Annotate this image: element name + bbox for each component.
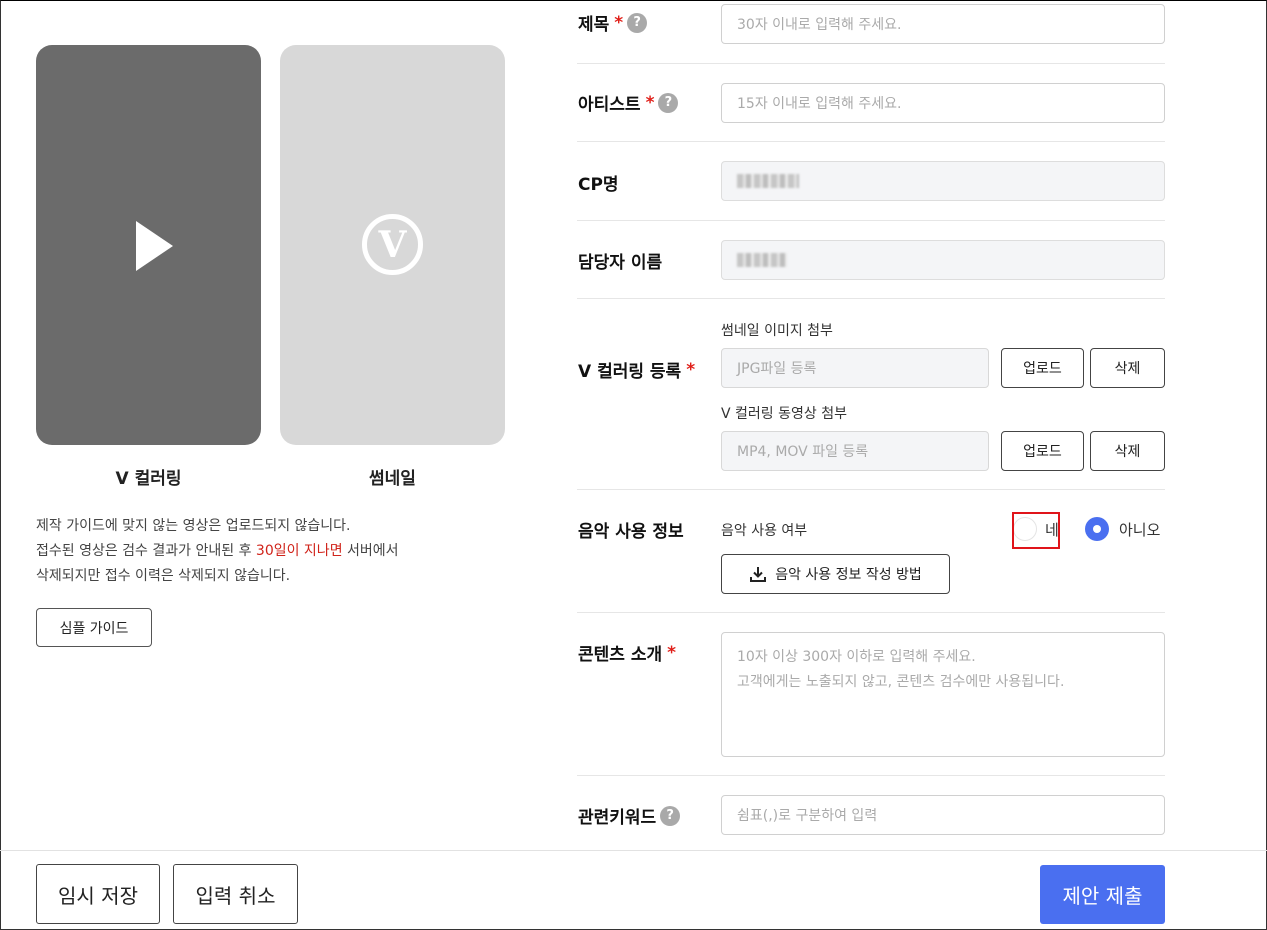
redacted-value (737, 253, 787, 267)
music-howto-button[interactable]: 음악 사용 정보 작성 방법 (721, 554, 950, 594)
notice-line-2: 접수된 영상은 검수 결과가 안내된 후 30일이 지나면 서버에서 (36, 539, 399, 564)
manager-name-label: 담당자 이름 (578, 253, 663, 273)
video-delete-button[interactable]: 삭제 (1090, 431, 1165, 471)
thumbnail-attach-label: 썸네일 이미지 첨부 (721, 323, 833, 339)
keywords-label: 관련키워드 ? (578, 803, 681, 828)
v-logo-letter: V (378, 224, 408, 266)
redacted-value (737, 174, 799, 188)
divider (577, 298, 1165, 299)
thumbnail-upload-button[interactable]: 업로드 (1001, 348, 1084, 388)
download-icon (750, 567, 767, 582)
thumbnail-preview-card: V (280, 45, 505, 445)
notice-line-3: 삭제되지만 접수 이력은 삭제되지 않습니다. (36, 568, 291, 584)
required-mark: * (667, 642, 677, 663)
video-attach-label: V 컬러링 동영상 첨부 (721, 406, 847, 422)
intro-placeholder-line-2: 고객에게는 노출되지 않고, 콘텐츠 검수에만 사용됩니다. (737, 674, 1065, 690)
divider (577, 775, 1165, 776)
cp-name-label: CP명 (578, 175, 619, 195)
thumbnail-delete-button[interactable]: 삭제 (1090, 348, 1165, 388)
music-info-label: 음악 사용 정보 (578, 522, 684, 542)
music-usage-question: 음악 사용 여부 (721, 523, 808, 539)
divider (577, 220, 1165, 221)
simple-guide-button[interactable]: 심플 가이드 (36, 608, 152, 647)
content-intro-textarea[interactable]: 10자 이상 300자 이하로 입력해 주세요. 고객에게는 노출되지 않고, … (721, 632, 1165, 757)
content-intro-label-text: 콘텐츠 소개 (578, 645, 663, 665)
highlight-box (1012, 512, 1060, 549)
music-no-label[interactable]: 아니오 (1119, 519, 1160, 540)
keywords-label-text: 관련키워드 (578, 808, 657, 828)
intro-placeholder-line-1: 10자 이상 300자 이하로 입력해 주세요. (737, 649, 976, 665)
divider (577, 63, 1165, 64)
upload-notice: 제작 가이드에 맞지 않는 영상은 업로드되지 않습니다. 접수된 영상은 검수… (36, 514, 399, 589)
artist-input[interactable]: 15자 이내로 입력해 주세요. (721, 83, 1165, 123)
divider (577, 489, 1165, 490)
manager-name-field (721, 240, 1165, 280)
thumbnail-file-input[interactable]: JPG파일 등록 (721, 348, 989, 388)
video-upload-button[interactable]: 업로드 (1001, 431, 1084, 471)
keywords-input[interactable]: 쉼표(,)로 구분하여 입력 (721, 795, 1165, 835)
cancel-input-button[interactable]: 입력 취소 (173, 864, 298, 924)
title-input[interactable]: 30자 이내로 입력해 주세요. (721, 4, 1165, 44)
temp-save-button[interactable]: 임시 저장 (36, 864, 160, 924)
vcoloring-caption: V 컬러링 (115, 469, 182, 489)
vcoloring-label-text: V 컬러링 등록 (578, 362, 682, 382)
required-mark: * (614, 12, 624, 33)
thumbnail-caption: 썸네일 (369, 469, 416, 489)
v-logo-icon: V (362, 214, 423, 275)
music-no-radio[interactable] (1085, 517, 1109, 541)
artist-label-text: 아티스트 (578, 95, 641, 115)
footer-divider (0, 850, 1267, 851)
vcoloring-preview-card[interactable] (36, 45, 261, 445)
divider (577, 141, 1165, 142)
required-mark: * (686, 359, 696, 380)
submit-proposal-button[interactable]: 제안 제출 (1040, 865, 1165, 924)
required-mark: * (645, 92, 655, 113)
music-howto-label: 음악 사용 정보 작성 방법 (775, 567, 922, 583)
divider (577, 612, 1165, 613)
artist-label: 아티스트 * ? (578, 90, 679, 115)
content-intro-label: 콘텐츠 소개 * (578, 640, 677, 666)
cp-name-field (721, 161, 1165, 201)
notice-line-2-pre: 접수된 영상은 검수 결과가 안내된 후 (36, 543, 256, 559)
notice-line-1: 제작 가이드에 맞지 않는 영상은 업로드되지 않습니다. (36, 518, 351, 534)
title-label: 제목 * ? (578, 10, 648, 35)
title-label-text: 제목 (578, 15, 610, 35)
help-icon[interactable]: ? (660, 805, 681, 826)
video-file-input[interactable]: MP4, MOV 파일 등록 (721, 431, 989, 471)
play-icon (136, 221, 173, 271)
vcoloring-label: V 컬러링 등록 * (578, 357, 696, 383)
help-icon[interactable]: ? (658, 92, 679, 113)
notice-highlight: 30일이 지나면 (255, 543, 343, 559)
notice-line-2-post: 서버에서 (342, 543, 399, 559)
help-icon[interactable]: ? (627, 12, 648, 33)
